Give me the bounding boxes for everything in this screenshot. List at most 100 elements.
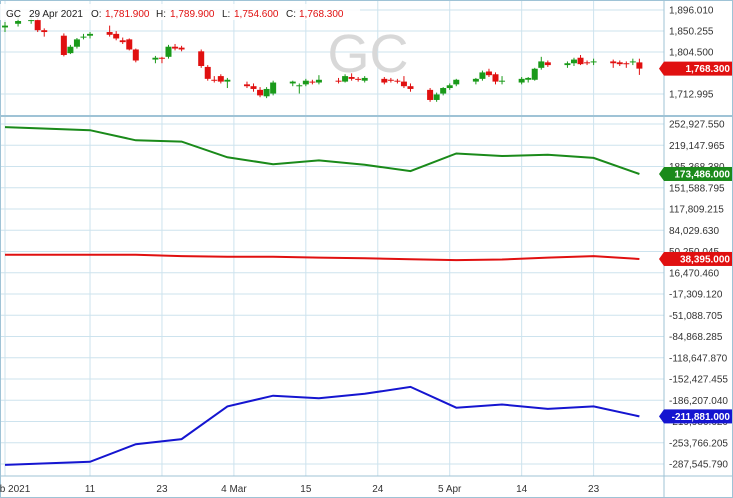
candle-body <box>41 30 48 33</box>
candle-body <box>152 57 159 60</box>
candle-body <box>165 46 172 57</box>
candle <box>60 33 67 57</box>
candle-body <box>106 32 113 35</box>
header-date: 29 Apr 2021 <box>29 9 83 20</box>
indicator-tick-label: -84,868.285 <box>669 332 723 343</box>
header-close-value: 1,768.300 <box>299 9 344 20</box>
candle <box>198 49 205 68</box>
svg-text:GC 29 Apr 2021 O:: GC 29 Apr 2021 O: 1,781.900 H: 1,789.900… <box>6 9 344 20</box>
price-tick-label: 1,712.995 <box>669 90 714 101</box>
candle <box>178 45 185 52</box>
candle-body <box>355 78 362 80</box>
time-axis: 3 Feb 2021 11 23 4 Mar 15 24 5 Apr 14 23 <box>0 484 600 495</box>
candle <box>257 87 264 98</box>
candle-body <box>224 79 231 82</box>
green-last-tag-label: 173,486.000 <box>674 169 730 180</box>
candle <box>538 56 545 70</box>
candle-body <box>67 46 74 54</box>
red-last-tag: 38,395.000 <box>659 251 732 266</box>
candle <box>479 70 486 81</box>
candle <box>250 83 257 92</box>
candle <box>126 38 133 51</box>
indicator-lines <box>4 126 640 466</box>
candle <box>270 80 277 96</box>
ohlc-header: GC 29 Apr 2021 O: 1,781.900 H: 1,789.900… <box>0 4 360 20</box>
candle <box>492 72 499 85</box>
candle-body <box>616 62 623 65</box>
candle <box>34 18 41 33</box>
candle-body <box>119 40 126 43</box>
candle-body <box>394 80 401 82</box>
candle-body <box>348 77 355 79</box>
candle-body <box>472 78 479 82</box>
candle <box>309 79 316 85</box>
candle <box>590 58 597 66</box>
time-tick-label: 5 Apr <box>438 484 462 495</box>
candle <box>485 68 492 78</box>
blue-last-tag-label: -211,881.000 <box>672 412 731 423</box>
indicator-grid <box>0 123 664 465</box>
candle <box>289 80 296 87</box>
time-tick-label: 24 <box>372 484 384 495</box>
candle <box>158 56 165 64</box>
candle <box>217 74 224 84</box>
candle-body <box>217 76 224 82</box>
red-last-tag-label: 38,395.000 <box>680 254 730 265</box>
header-high-value: 1,789.900 <box>170 9 215 20</box>
candle-body <box>34 20 41 31</box>
blue-line <box>4 385 640 466</box>
green-last-tag: 173,486.000 <box>659 166 732 181</box>
candle <box>113 31 120 41</box>
candle <box>518 77 525 85</box>
candle-body <box>250 86 257 89</box>
candle <box>407 83 414 92</box>
header-low-value: 1,754.600 <box>234 9 279 20</box>
candle-body <box>544 62 551 66</box>
candle <box>315 75 322 85</box>
candle-body <box>453 79 460 85</box>
candle <box>204 65 211 81</box>
candle <box>636 58 643 75</box>
header-low-label: L: <box>222 9 230 20</box>
candle <box>610 59 617 68</box>
candle-body <box>73 39 80 47</box>
header-symbol: GC <box>6 9 21 20</box>
candle-body <box>289 81 296 84</box>
candle-body <box>577 57 584 65</box>
price-last-tag: 1,768.300 <box>659 61 732 76</box>
candle-body <box>610 61 617 64</box>
candle <box>224 77 231 89</box>
symbol-watermark: GC <box>328 24 409 84</box>
candle <box>302 78 309 87</box>
indicator-tick-label: -253,766.205 <box>669 438 728 449</box>
blue-last-tag: -211,881.000 <box>659 409 732 424</box>
price-last-tag-pointer <box>659 61 664 76</box>
candle-body <box>400 81 407 87</box>
candle-body <box>584 62 591 64</box>
candle-body <box>342 76 349 82</box>
price-tick-label: 1,850.255 <box>669 27 714 38</box>
indicator-tick-label: 117,809.215 <box>669 205 724 216</box>
candle <box>564 61 571 68</box>
candle-body <box>113 33 120 39</box>
candle <box>67 44 74 55</box>
candle-body <box>178 47 185 50</box>
candle <box>472 77 479 85</box>
candle <box>427 88 434 102</box>
red-last-tag-pointer <box>659 251 664 266</box>
candle-body <box>440 88 447 94</box>
candle-body <box>525 77 532 80</box>
candle-body <box>538 61 545 68</box>
candle <box>73 38 80 49</box>
candle-body <box>87 33 94 36</box>
candle-body <box>407 86 414 89</box>
candle <box>172 43 179 51</box>
indicator-tick-label: -118,647.870 <box>669 353 728 364</box>
indicator-tick-label: -17,309.120 <box>669 290 723 301</box>
candle-body <box>198 51 205 66</box>
time-tick-label: 15 <box>300 484 312 495</box>
price-axis: 1,896.010 1,850.255 1,804.500 1,712.995 <box>669 6 714 101</box>
indicator-tick-label: -152,427.455 <box>669 375 728 386</box>
candle <box>616 60 623 66</box>
candle-body <box>243 84 250 87</box>
